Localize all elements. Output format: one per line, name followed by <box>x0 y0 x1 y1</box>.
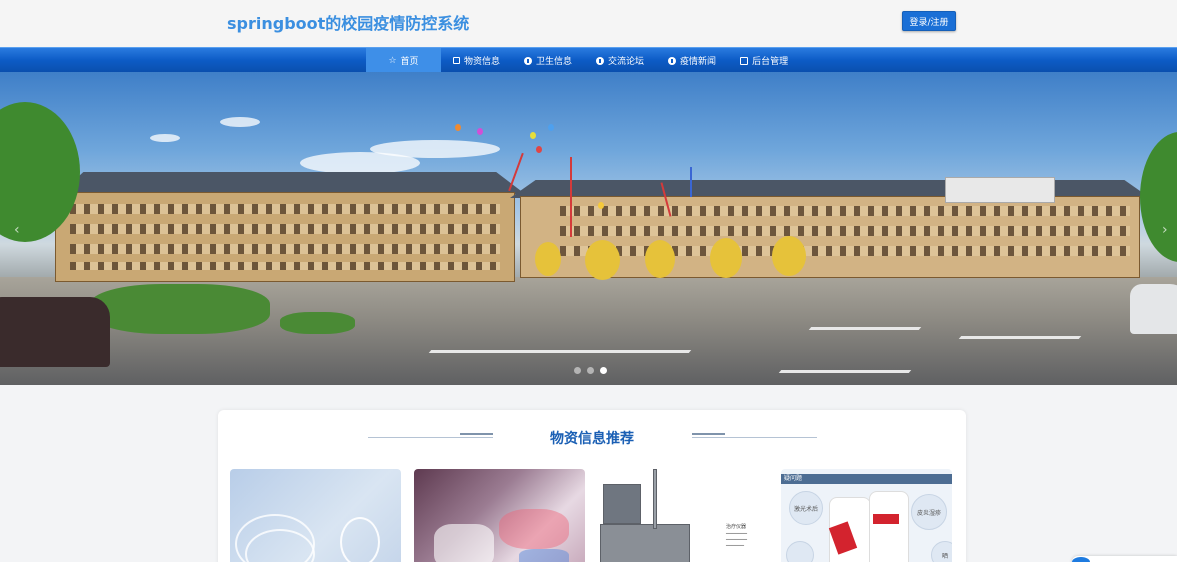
car <box>0 297 110 367</box>
kite-streamer <box>690 167 692 197</box>
nav-item-admin[interactable]: 后台管理 <box>728 48 800 73</box>
tree <box>772 236 806 276</box>
car <box>1130 284 1177 334</box>
supply-shape <box>499 509 569 549</box>
building-windows <box>70 262 500 270</box>
road-marking <box>958 336 1082 339</box>
medical-device-image[interactable]: 治疗仪器 ━━━━━━━ ━━━━━━━ ━━━━━━ <box>598 469 769 562</box>
header: springboot的校园疫情防控系统 登录/注册 <box>0 0 1177 47</box>
kite-streamer <box>508 152 524 192</box>
nav-item-label: 后台管理 <box>752 57 789 67</box>
site-title[interactable]: springboot的校园疫情防控系统 <box>227 10 469 34</box>
balloon <box>598 202 604 209</box>
device-screen <box>603 484 641 524</box>
product-bottle <box>869 491 909 562</box>
carousel-dot-active[interactable] <box>600 367 607 374</box>
tag-circle: 激光术后 <box>789 491 823 525</box>
shrub <box>90 284 270 334</box>
road-marking <box>808 327 922 330</box>
kite-streamer <box>570 157 572 237</box>
image-header: 疑问题 <box>781 474 952 484</box>
tree <box>535 242 561 276</box>
device-body <box>600 524 690 562</box>
nav-item-label: 疫情新闻 <box>680 57 717 67</box>
road-marking <box>778 370 912 373</box>
building-windows <box>70 224 500 234</box>
carousel-prev-icon[interactable]: ‹ <box>14 222 20 238</box>
login-register-button[interactable]: 登录/注册 <box>902 11 956 31</box>
main-nav: ☆ 首页 物资信息 卫生信息 交流论坛 疫情新闻 后台管理 <box>0 47 1177 73</box>
tag-circle <box>786 541 814 562</box>
building-windows <box>70 204 500 214</box>
cloud <box>370 140 500 158</box>
nav-item-label: 首页 <box>400 57 419 67</box>
nav-item-label: 交流论坛 <box>608 57 645 67</box>
oxygen-mask-image[interactable] <box>230 469 401 562</box>
medical-supplies-image[interactable] <box>414 469 585 562</box>
tree <box>1140 132 1177 262</box>
section-title: 物资信息推荐 <box>550 431 634 447</box>
info-circle-icon <box>524 56 533 65</box>
carousel-indicators <box>574 367 607 374</box>
device-arm <box>653 469 657 529</box>
tree <box>645 240 675 278</box>
balloon <box>548 124 554 131</box>
supply-shape <box>434 524 494 562</box>
info-circle-icon <box>668 56 677 65</box>
carousel-dot[interactable] <box>587 367 594 374</box>
recommend-section: 物资信息推荐 治疗仪器 ━━━━━━━ ━━━━━━━ ━━━━━━ 疑问题 激光术… <box>218 410 966 562</box>
road-marking <box>428 350 692 353</box>
carousel-dot[interactable] <box>574 367 581 374</box>
nav-item-news[interactable]: 疫情新闻 <box>656 48 728 73</box>
building-tower <box>945 177 1055 203</box>
balloon <box>530 132 536 139</box>
bag-icon <box>453 57 460 64</box>
building-windows <box>560 206 1130 216</box>
nav-item-forum[interactable]: 交流论坛 <box>584 48 656 73</box>
cloud <box>220 117 260 127</box>
nav-item-supplies[interactable]: 物资信息 <box>441 48 512 73</box>
tree <box>710 238 742 278</box>
nav-item-home[interactable]: ☆ 首页 <box>366 48 441 73</box>
nav-item-label: 物资信息 <box>464 57 501 67</box>
star-icon: ☆ <box>388 55 397 66</box>
supply-shape <box>519 549 569 562</box>
tree <box>585 240 620 280</box>
nav-item-hygiene[interactable]: 卫生信息 <box>512 48 584 73</box>
device-text-lines: ━━━━━━━ ━━━━━━━ ━━━━━━ <box>726 531 748 549</box>
info-circle-icon <box>596 56 605 65</box>
product-label <box>873 514 899 524</box>
nav-item-label: 卫生信息 <box>536 57 573 67</box>
building-windows <box>70 244 500 254</box>
banner-carousel[interactable]: ‹ › <box>0 72 1177 385</box>
balloon <box>536 146 542 153</box>
balloon <box>455 124 461 131</box>
building-windows <box>560 226 1130 236</box>
balloon <box>477 128 483 135</box>
device-caption: 治疗仪器 <box>726 524 747 530</box>
box-icon <box>740 56 749 65</box>
carousel-next-icon[interactable]: › <box>1162 222 1168 238</box>
chat-icon[interactable] <box>1072 557 1090 562</box>
mask-shape <box>340 517 380 562</box>
cloud <box>150 134 180 142</box>
tag-circle: 皮炎湿疹 <box>911 494 947 530</box>
building-roof <box>59 172 525 194</box>
tag-circle: 晒 <box>931 541 952 562</box>
shrub <box>280 312 355 334</box>
skin-care-image[interactable]: 疑问题 激光术后 皮炎湿疹 晒 <box>781 469 952 562</box>
